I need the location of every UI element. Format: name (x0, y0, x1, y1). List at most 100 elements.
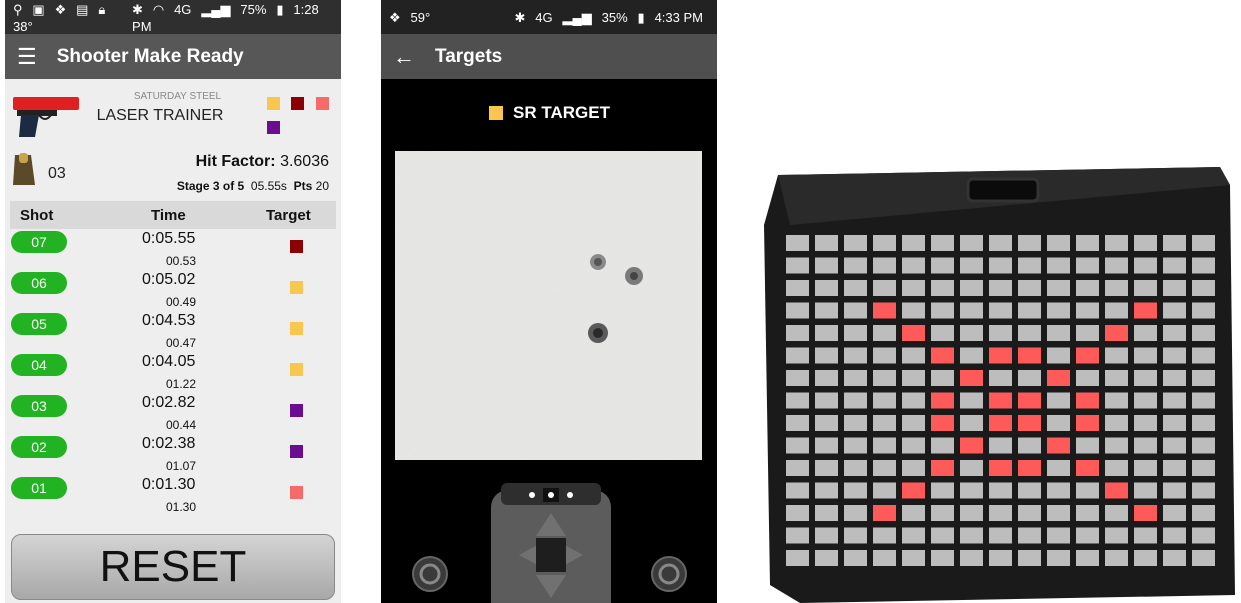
target-label: SR TARGET (489, 103, 610, 123)
led-pixel (873, 550, 896, 566)
led-pixel (1163, 257, 1186, 274)
led-pixel (989, 302, 1012, 319)
status-bar: ⚲ ▣ ❖ ▤ 🔒︎ 38° ✱ ◠ 4G ▂▄▆ 75% ▮ 1:28 PM (5, 0, 341, 34)
shot-target-color (290, 404, 303, 417)
led-pixel (960, 505, 983, 521)
shot-row[interactable]: 03 0:02.82 00.44 (5, 394, 341, 435)
led-pixel (989, 527, 1012, 544)
led-pixel (1047, 505, 1070, 521)
led-pixel (989, 460, 1012, 476)
led-pixel (1076, 347, 1099, 364)
hamburger-menu-icon[interactable]: ☰ (17, 44, 37, 70)
targets-app-screen: ❖ 59° ✱ 4G ▂▄▆ 35% ▮ 4:33 PM ← Targets S… (381, 0, 717, 603)
reset-button[interactable]: RESET (11, 534, 335, 600)
shot-time: 0:02.38 (142, 435, 196, 452)
dropbox-icon: ❖ (389, 9, 401, 25)
led-pixel (1047, 550, 1070, 566)
led-pixel (902, 280, 925, 296)
led-pixel (960, 527, 983, 544)
led-pixel (873, 325, 896, 341)
led-pixel (844, 505, 867, 521)
shot-row[interactable]: 01 0:01.30 01.30 (5, 476, 341, 517)
led-pixel (1163, 437, 1186, 454)
shot-row[interactable]: 04 0:04.05 01.22 (5, 353, 341, 394)
shot-row[interactable]: 07 0:05.55 00.53 (5, 230, 341, 271)
led-pixel (844, 437, 867, 454)
dropbox-icon: ❖ (54, 1, 67, 17)
led-pixel (902, 550, 925, 566)
led-pixel (1105, 550, 1128, 566)
lock-icon: 🔒︎ (98, 1, 106, 17)
legend-swatch (267, 121, 280, 134)
led-pixel (989, 415, 1012, 431)
led-pixel (931, 550, 954, 566)
led-pixel (1163, 505, 1186, 521)
led-pixel (1192, 550, 1215, 566)
led-pixel (844, 392, 867, 409)
led-pixel (931, 482, 954, 499)
led-pixel (1134, 415, 1157, 431)
led-pixel (1105, 347, 1128, 364)
led-pixel (1163, 527, 1186, 544)
led-pixel (815, 370, 838, 386)
led-pixel (1076, 302, 1099, 319)
led-pixel (786, 460, 809, 476)
led-pixel (902, 527, 925, 544)
led-pixel (989, 347, 1012, 364)
led-pixel (815, 347, 838, 364)
led-pixel (902, 415, 925, 431)
led-pixel (786, 550, 809, 566)
battery-text: 35% (601, 9, 628, 25)
shot-row[interactable]: 02 0:02.38 01.07 (5, 435, 341, 476)
led-pixel (1018, 370, 1041, 386)
led-pixel (931, 527, 954, 544)
led-pixel (1018, 527, 1041, 544)
network-text: 4G (174, 1, 192, 17)
led-pixel (786, 302, 809, 319)
points-label: Pts (293, 179, 313, 193)
led-pixel (931, 347, 954, 364)
led-pixel (1076, 392, 1099, 409)
led-pixel (1105, 482, 1128, 499)
led-pixel (873, 482, 896, 499)
led-pixel (1076, 325, 1099, 341)
led-pixel (902, 370, 925, 386)
led-pixel (1018, 505, 1041, 521)
shot-number-badge: 06 (11, 272, 67, 294)
led-pixel (960, 370, 983, 386)
clock-text: 4:33 PM (654, 9, 703, 25)
shot-time: 0:05.02 (142, 271, 196, 288)
led-pixel (1163, 550, 1186, 566)
led-pixel (786, 347, 809, 364)
led-pixel (1134, 280, 1157, 296)
led-pixel (1076, 550, 1099, 566)
shot-number-badge: 01 (11, 477, 67, 499)
target-paper-image[interactable] (395, 151, 702, 460)
right-round-button-icon[interactable] (650, 555, 688, 593)
led-pixel (960, 302, 983, 319)
led-pixel (1192, 415, 1215, 431)
led-pixel (902, 302, 925, 319)
led-pixel (989, 235, 1012, 251)
shots-list: 07 0:05.55 00.53 06 0:05.02 00.49 05 0:0… (5, 230, 341, 517)
left-round-button-icon[interactable] (411, 555, 449, 593)
status-icons: ❖ 59° (389, 9, 436, 26)
led-pixel (931, 415, 954, 431)
shot-row[interactable]: 05 0:04.53 00.47 (5, 312, 341, 353)
led-pixel (1076, 370, 1099, 386)
hit-factor: Hit Factor: 3.6036 (196, 153, 329, 171)
led-pixel (1047, 392, 1070, 409)
led-pixel (931, 437, 954, 454)
led-pixel (931, 392, 954, 409)
led-grid (786, 235, 1215, 566)
wifi-icon: ◠ (152, 1, 165, 17)
led-pixel (815, 257, 838, 274)
shot-row[interactable]: 06 0:05.02 00.49 (5, 271, 341, 312)
back-arrow-icon[interactable]: ← (393, 44, 415, 70)
led-pixel (786, 370, 809, 386)
led-pixel (1076, 505, 1099, 521)
led-pixel (1047, 437, 1070, 454)
led-pixel (844, 415, 867, 431)
shot-number-badge: 07 (11, 231, 67, 253)
col-time: Time (151, 207, 186, 224)
